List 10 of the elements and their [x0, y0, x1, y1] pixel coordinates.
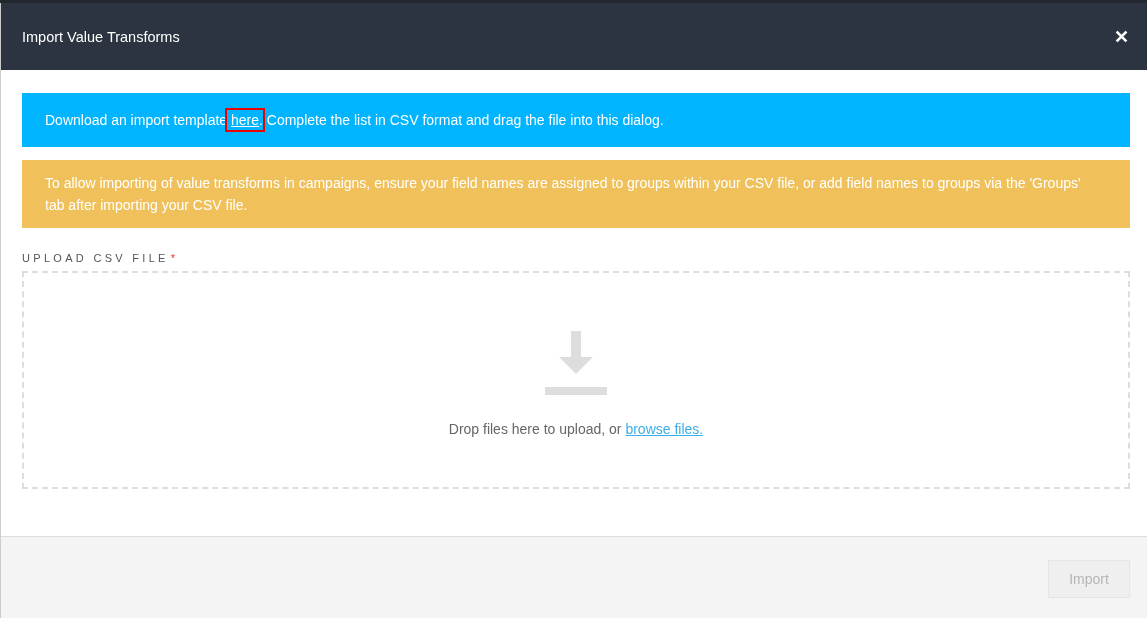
drop-zone[interactable]: Drop files here to upload, or browse files. — [22, 271, 1130, 489]
info-banner: Download an import template here. Complete the list in CSV format and drag the file into this dialog. — [22, 93, 1130, 147]
close-button[interactable]: ✕ — [1114, 25, 1129, 48]
upload-label: UPLOAD CSV FILE — [22, 252, 169, 264]
required-mark: * — [170, 252, 175, 264]
drop-hint: Drop files here to upload, or browse files. — [448, 421, 704, 437]
warning-banner: To allow importing of value transforms in campaigns, ensure your field names are assigned to groups within your CSV file, or add field names to groups via the 'Groups' tab after importing your CSV file. — [22, 160, 1130, 228]
browse-files-link[interactable]: browse files. — [625, 421, 704, 437]
download-icon — [545, 331, 607, 395]
dialog-title: Import Value Transforms — [22, 28, 180, 45]
